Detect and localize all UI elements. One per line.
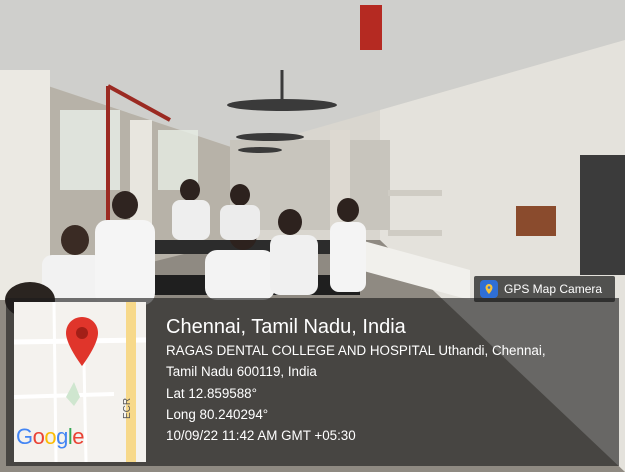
badge-label: GPS Map Camera <box>504 282 603 296</box>
location-pin-icon <box>66 317 98 366</box>
map-thumbnail: ECR Google <box>14 302 146 462</box>
latitude: Lat 12.859588° <box>166 385 257 401</box>
city-line: Chennai, Tamil Nadu, India <box>166 316 406 338</box>
google-logo: Google <box>16 424 85 449</box>
longitude: Long 80.240294° <box>166 406 269 422</box>
timestamp: 10/09/22 11:42 AM GMT +05:30 <box>166 428 356 444</box>
gps-map-camera-app-icon <box>480 280 498 298</box>
road-label: ECR <box>122 397 133 419</box>
location-info: Chennai, Tamil Nadu, India RAGAS DENTAL … <box>166 314 546 446</box>
address-line-1: RAGAS DENTAL COLLEGE AND HOSPITAL Uthand… <box>166 343 546 358</box>
address-line-2: Tamil Nadu 600119, India <box>166 364 317 380</box>
